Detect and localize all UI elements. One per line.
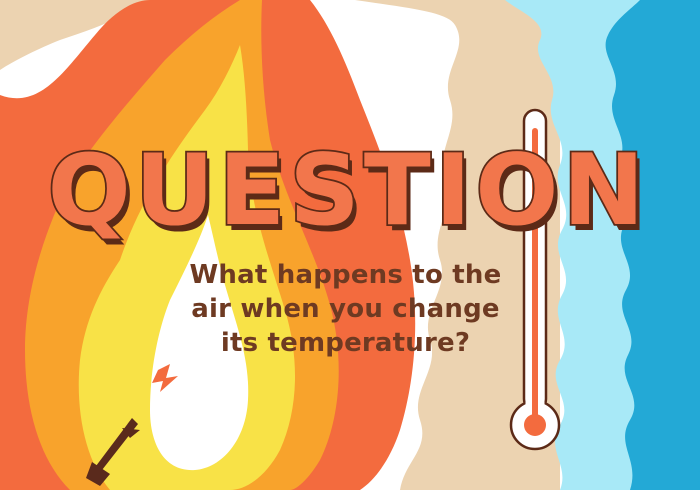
question-line-3: its temperature? (220, 328, 471, 358)
question-line-2: air when you change (191, 294, 500, 324)
page-title: QUESTION (47, 146, 648, 248)
question-line-1: What happens to the (189, 260, 502, 290)
title-banner: QUESTION QUESTION (0, 132, 700, 256)
illustration-card: QUESTION QUESTION What happens to the ai… (0, 0, 700, 490)
question-text: What happens to the air when you change … (168, 258, 523, 360)
title-graphic: QUESTION QUESTION (46, 132, 649, 254)
